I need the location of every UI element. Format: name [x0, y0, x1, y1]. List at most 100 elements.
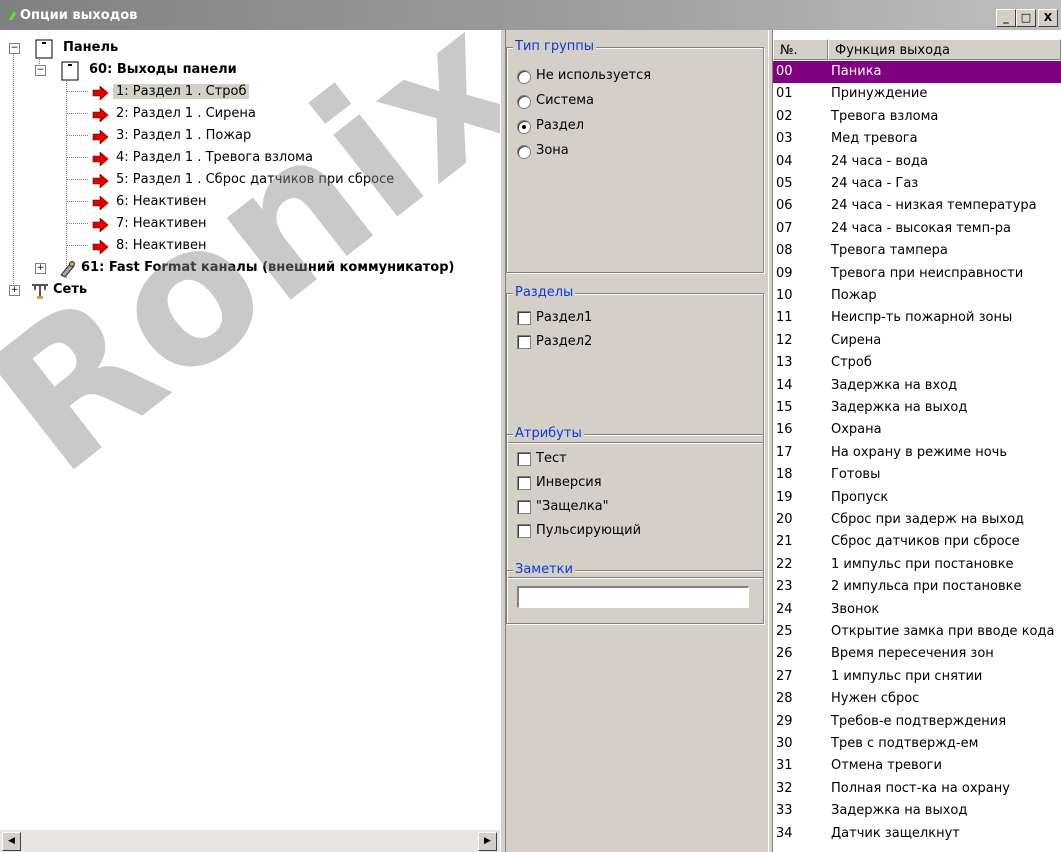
list-row[interactable]: 11 Неиспр-ть пожарной зоны: [773, 307, 1061, 329]
partitions-legend: Разделы: [513, 285, 576, 300]
function-number: 19: [776, 489, 793, 505]
checkbox[interactable]: [517, 452, 531, 466]
function-name: Полная пост-ка на охрану: [831, 780, 1010, 796]
partitions-box: Разделы Раздел1 Раздел2: [506, 285, 764, 443]
function-number: 03: [776, 131, 793, 147]
function-name: Тревога при неисправности: [831, 265, 1024, 281]
function-name: Тревога тампера: [831, 243, 948, 259]
radio-circle[interactable]: [517, 95, 531, 109]
function-number: 11: [776, 310, 793, 326]
function-number: 32: [776, 780, 793, 796]
list-row[interactable]: 23 2 импульса при постановке: [773, 576, 1061, 598]
column-header-number[interactable]: №.: [773, 39, 828, 60]
function-name: Мед тревога: [831, 131, 918, 147]
list-row[interactable]: 20 Сброс при задерж на выход: [773, 509, 1061, 531]
function-number: 28: [776, 691, 793, 707]
list-row[interactable]: 07 24 часа - высокая темп-ра: [773, 218, 1061, 240]
function-number: 12: [776, 332, 793, 348]
settings-panel: Тип группы Не используется Система Разде…: [506, 30, 768, 852]
list-row[interactable]: 19 Пропуск: [773, 487, 1061, 509]
scroll-left-button[interactable]: ◀: [2, 832, 21, 851]
scroll-right-button[interactable]: ▶: [478, 832, 497, 851]
list-row[interactable]: 29 Требов-е подтверждения: [773, 711, 1061, 733]
list-row[interactable]: 18 Готовы: [773, 464, 1061, 486]
function-name: Принуждение: [831, 86, 928, 102]
list-row[interactable]: 01 Принуждение: [773, 83, 1061, 105]
function-number: 06: [776, 198, 793, 214]
checkbox[interactable]: [517, 311, 531, 325]
list-row[interactable]: 28 Нужен сброс: [773, 688, 1061, 710]
function-name: Сброс при задерж на выход: [831, 512, 1025, 527]
list-row[interactable]: 24 Звонок: [773, 599, 1061, 621]
list-row[interactable]: 15 Задержка на выход: [773, 397, 1061, 419]
radio-circle[interactable]: [517, 70, 531, 84]
list-row[interactable]: 10 Пожар: [773, 285, 1061, 307]
checkbox[interactable]: [517, 524, 531, 538]
function-name: Отмена тревоги: [831, 758, 942, 774]
list-row[interactable]: 00 Паника: [773, 61, 1061, 83]
list-row[interactable]: 21 Сброс датчиков при сбросе: [773, 531, 1061, 553]
function-number: 08: [776, 243, 793, 259]
function-name: Датчик защелкнут: [831, 825, 960, 841]
group-type-box: Тип группы Не используется Система Разде…: [506, 39, 764, 273]
maximize-button[interactable]: □: [1016, 9, 1036, 27]
notes-legend: Заметки: [513, 562, 575, 577]
list-row[interactable]: 27 1 импульс при снятии: [773, 666, 1061, 688]
close-button[interactable]: X: [1038, 9, 1058, 27]
list-row[interactable]: 12 Сирена: [773, 330, 1061, 352]
list-row[interactable]: 17 На охрану в режиме ночь: [773, 442, 1061, 464]
list-row[interactable]: 30 Трев с подтвержд-ем: [773, 733, 1061, 755]
function-name: На охрану в режиме ночь: [831, 444, 1008, 460]
radio-circle[interactable]: [517, 145, 531, 159]
minimize-button[interactable]: _: [996, 9, 1016, 27]
checkbox-label: Раздел1: [536, 310, 593, 325]
list-row[interactable]: 26 Время пересечения зон: [773, 643, 1061, 665]
output-function-list[interactable]: №. Функция выхода 00 Паника 01 Принуждение 0…: [773, 30, 1061, 852]
list-row[interactable]: 03 Мед тревога: [773, 128, 1061, 150]
function-name: Неиспр-ть пожарной зоны: [831, 310, 1013, 326]
checkbox[interactable]: [517, 476, 531, 490]
function-number: 26: [776, 646, 793, 662]
function-number: 20: [776, 512, 793, 527]
output-tree[interactable]: − Панель − 60: Выходы панели 1: Раздел 1…: [0, 30, 500, 830]
app-icon: [5, 9, 16, 20]
function-number: 25: [776, 624, 793, 639]
function-number: 01: [776, 86, 793, 102]
list-row[interactable]: 16 Охрана: [773, 419, 1061, 441]
function-number: 27: [776, 668, 793, 684]
list-row[interactable]: 25 Открытие замка при вводе кода: [773, 621, 1061, 643]
list-row[interactable]: 02 Тревога взлома: [773, 106, 1061, 128]
function-name: Звонок: [831, 601, 880, 617]
function-number: 00: [776, 64, 793, 79]
checkbox[interactable]: [517, 500, 531, 514]
notes-input[interactable]: [517, 586, 749, 608]
function-name: Тревога взлома: [831, 108, 939, 124]
list-row[interactable]: 05 24 часа - Газ: [773, 173, 1061, 195]
list-row[interactable]: 22 1 импульс при постановке: [773, 554, 1061, 576]
function-number: 15: [776, 400, 793, 415]
list-row[interactable]: 06 24 часа - низкая температура: [773, 195, 1061, 217]
list-row[interactable]: 13 Строб: [773, 352, 1061, 374]
list-row[interactable]: 31 Отмена тревоги: [773, 755, 1061, 777]
function-number: 24: [776, 601, 793, 617]
list-header: №. Функция выхода: [773, 39, 1061, 60]
watermark: Ronix: [0, 30, 500, 515]
function-number: 23: [776, 579, 793, 595]
list-row[interactable]: 33 Задержка на выход: [773, 800, 1061, 822]
radio-label: Не используется: [536, 68, 652, 83]
list-row[interactable]: 32 Полная пост-ка на охрану: [773, 778, 1061, 800]
attributes-legend: Атрибуты: [513, 426, 584, 441]
tree-horizontal-scrollbar[interactable]: ◀ ▶: [0, 830, 500, 852]
list-row[interactable]: 08 Тревога тампера: [773, 240, 1061, 262]
function-number: 18: [776, 467, 793, 483]
list-row[interactable]: 09 Тревога при неисправности: [773, 263, 1061, 285]
checkbox[interactable]: [517, 335, 531, 349]
column-header-function[interactable]: Функция выхода: [828, 39, 1061, 60]
list-row[interactable]: 04 24 часа - вода: [773, 151, 1061, 173]
list-row[interactable]: 34 Датчик защелкнут: [773, 823, 1061, 845]
radio-label: Система: [536, 93, 595, 108]
function-number: 30: [776, 736, 793, 751]
list-row[interactable]: 14 Задержка на вход: [773, 375, 1061, 397]
radio-circle-selected[interactable]: [517, 120, 531, 134]
function-number: 31: [776, 758, 793, 774]
